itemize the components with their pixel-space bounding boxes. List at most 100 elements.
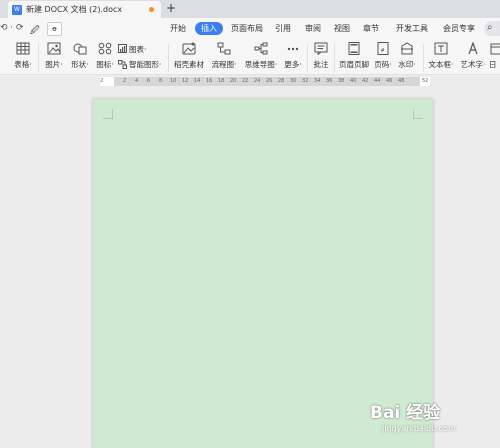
ribbon-divider	[423, 44, 424, 72]
ruler-tick-label: 42	[362, 78, 369, 84]
header-footer-label: 页眉页脚	[339, 60, 369, 69]
menu-section[interactable]: 章节	[363, 22, 379, 35]
header-footer-icon	[348, 42, 360, 55]
menu-view[interactable]: 视图	[334, 22, 350, 35]
ruler-tick-label: 26	[266, 78, 273, 84]
shape-icon	[73, 43, 87, 55]
search-button[interactable]: ⌕	[484, 21, 500, 36]
horizontal-ruler[interactable]: 2 2 4 6 8 10 12 14 16 18 20 22 24 26 28 …	[100, 77, 430, 86]
format-painter-icon[interactable]: 🖉	[30, 23, 40, 39]
more-label: 更多·	[284, 60, 302, 69]
docer-material-button[interactable]: 稻壳素材	[172, 40, 206, 70]
margin-corner-top-right	[413, 109, 423, 119]
ruler-tick-label: 4	[135, 78, 139, 84]
menu-home[interactable]: 开始	[170, 22, 186, 35]
document-tab-title: 新建 DOCX 文档 (2).docx	[26, 5, 123, 14]
textbox-icon	[434, 42, 448, 55]
smartart-button[interactable]: 智能图形·	[118, 59, 166, 70]
watermark-button[interactable]: 水印·	[396, 40, 418, 70]
picture-button[interactable]: 图片·	[42, 40, 66, 70]
ruler-tick-label: 52	[422, 78, 429, 84]
document-tab[interactable]: W 新建 DOCX 文档 (2).docx	[8, 1, 161, 18]
ruler-tick-label: 6	[147, 78, 151, 84]
search-icon: ⌕	[487, 22, 493, 33]
page-number-button[interactable]: # 页码·	[372, 40, 394, 70]
ruler-tick-label: 36	[326, 78, 333, 84]
date-label: 日	[489, 60, 497, 69]
ruler-tick-label: 32	[302, 78, 309, 84]
ruler-tick-label: 24	[254, 78, 261, 84]
comment-label: 批注	[313, 60, 329, 69]
wps-writer-icon: W	[12, 5, 22, 15]
table-button[interactable]: 表格·	[10, 40, 36, 70]
chart-icon	[118, 44, 127, 53]
textbox-label: 文本框·	[428, 60, 454, 69]
shape-button[interactable]: 形状·	[67, 40, 93, 70]
icon-library-button[interactable]: 图标·	[93, 40, 117, 70]
art-text-button[interactable]: 艺术字·	[458, 40, 488, 70]
ruler-tick-label: 38	[338, 78, 345, 84]
chart-button[interactable]: 图表·	[118, 44, 164, 55]
comment-button[interactable]: 批注	[311, 40, 331, 70]
ribbon-divider	[307, 44, 308, 72]
ruler-tick-label: 2	[100, 78, 104, 84]
flowchart-label: 流程图·	[211, 60, 237, 69]
textbox-button[interactable]: 文本框·	[426, 40, 456, 70]
ruler-tick-label: 22	[242, 78, 249, 84]
ruler-tick-label: 44	[374, 78, 381, 84]
page-number-icon: #	[377, 42, 389, 55]
art-text-label: 艺术字·	[460, 60, 486, 69]
ruler-tick-label: 12	[182, 78, 189, 84]
material-label: 稻壳素材	[174, 60, 204, 69]
ruler-tick-label: 34	[314, 78, 321, 84]
picture-label: 图片·	[45, 60, 63, 69]
ruler-tick-label: 10	[170, 78, 177, 84]
picture-icon	[47, 42, 61, 55]
undo-icon[interactable]: ⟲	[0, 23, 8, 33]
menu-insert[interactable]: 插入	[195, 22, 223, 35]
ruler-tick-label: 14	[194, 78, 201, 84]
menu-member[interactable]: 会员专享	[443, 22, 475, 35]
watermark-url: jingyan.baidu.com	[382, 424, 456, 433]
header-footer-button[interactable]: 页眉页脚	[337, 40, 371, 70]
menu-review[interactable]: 审阅	[305, 22, 321, 35]
mindmap-button[interactable]: 思维导图·	[242, 40, 280, 70]
smartart-label: 智能图形·	[129, 60, 162, 69]
ruler-tick-label: 28	[278, 78, 285, 84]
ruler-tick-label: 48	[398, 78, 405, 84]
chart-label: 图表·	[129, 45, 147, 54]
ruler-tick-label: 16	[206, 78, 213, 84]
date-icon	[490, 43, 500, 55]
flowchart-icon	[217, 42, 231, 55]
ruler-tick-label: 8	[159, 78, 163, 84]
page-number-label: 页码·	[374, 60, 392, 69]
ruler-tick-label: 2	[123, 78, 127, 84]
unsaved-dot-icon	[149, 7, 154, 12]
tab-bar: W 新建 DOCX 文档 (2).docx +	[0, 0, 500, 18]
margin-corner-top-left	[103, 109, 113, 119]
menu-references[interactable]: 引用	[275, 22, 291, 35]
shape-label: 形状·	[71, 60, 89, 69]
more-button[interactable]: 更多·	[281, 40, 305, 70]
svg-text:#: #	[381, 48, 385, 54]
flowchart-button[interactable]: 流程图·	[208, 40, 240, 70]
ruler-tick-label: 20	[230, 78, 237, 84]
menu-developer[interactable]: 开发工具	[396, 22, 428, 35]
material-icon	[182, 42, 196, 55]
mindmap-label: 思维导图·	[244, 60, 278, 69]
ruler-tick-label: 46	[386, 78, 393, 84]
undo-dropdown-icon[interactable]: ·	[10, 23, 13, 33]
menu-page-layout[interactable]: 页面布局	[231, 22, 263, 35]
baidu-jingyan-watermark: Bai 经验 jingyan.baidu.com	[368, 396, 500, 448]
ribbon-divider	[168, 44, 169, 72]
new-tab-button[interactable]: +	[166, 1, 176, 15]
customize-toolbar-icon[interactable]: ꝋ	[47, 22, 62, 36]
ruler-tick-label: 18	[218, 78, 225, 84]
ruler-tick-label: 40	[350, 78, 357, 84]
watermark-label: 水印·	[398, 60, 416, 69]
mindmap-icon	[254, 42, 268, 55]
date-button[interactable]: 日	[489, 40, 500, 70]
insert-ribbon: 表格· 图片· 形状· 图标· 图表· 智能图形· 稻壳素材 流程图· 思维导图…	[0, 40, 500, 75]
table-icon	[16, 42, 30, 55]
redo-icon[interactable]: ⟳	[16, 23, 24, 33]
